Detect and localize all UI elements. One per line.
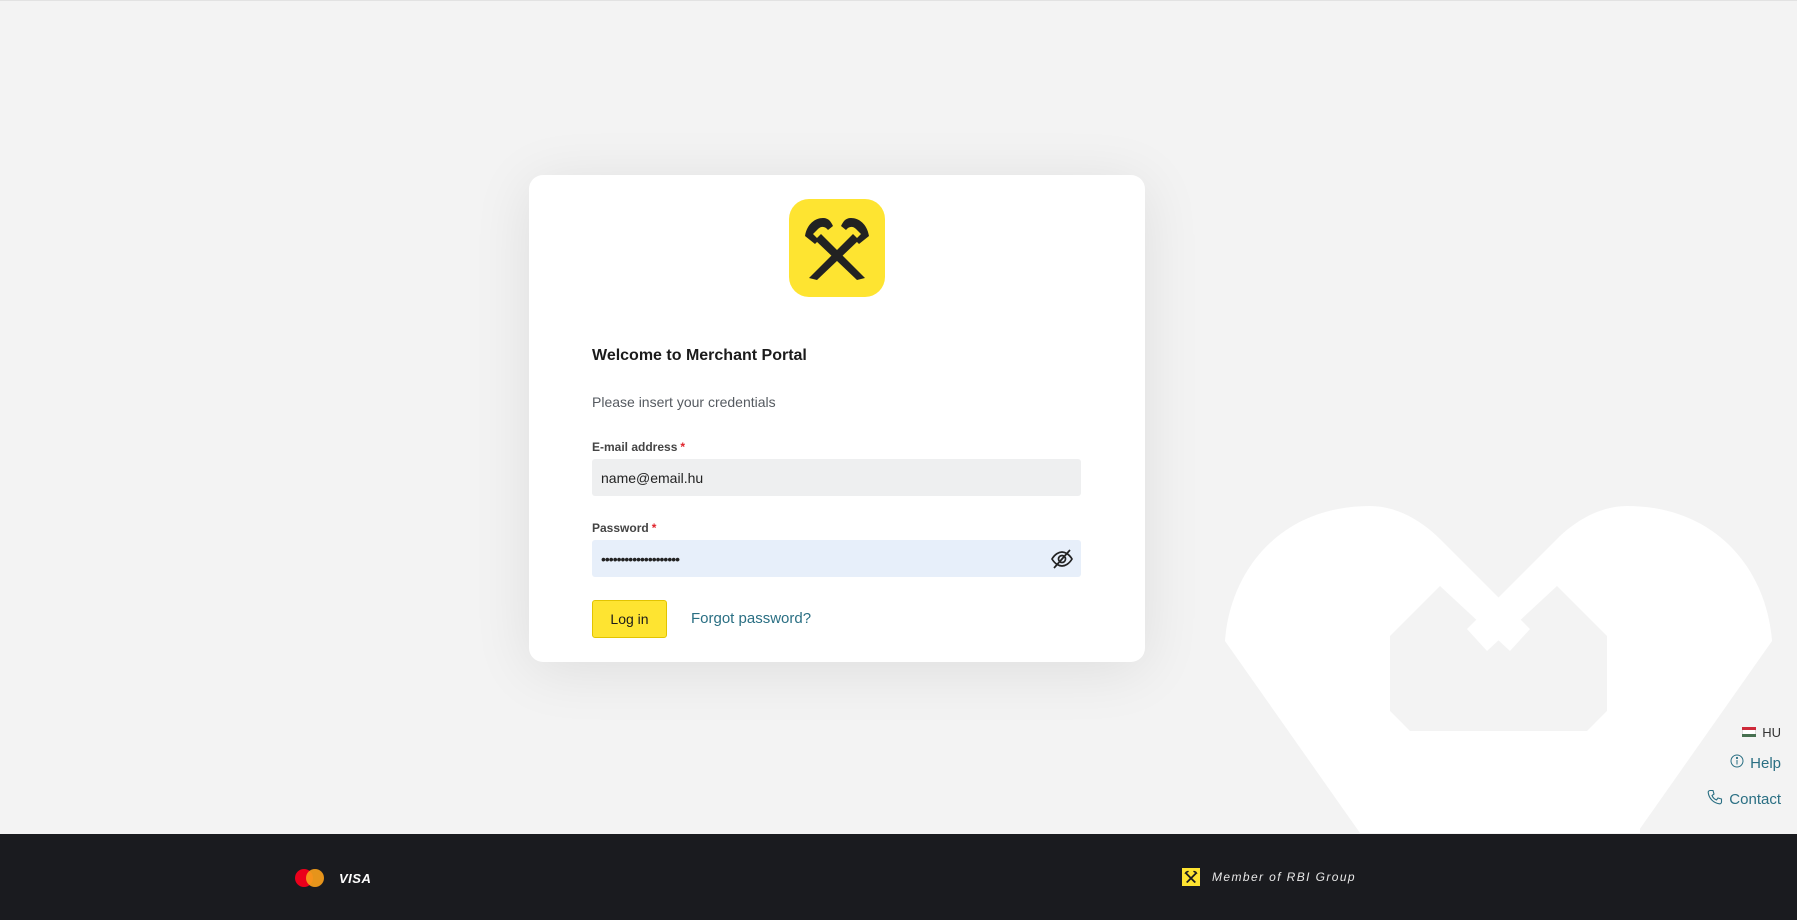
login-title: Welcome to Merchant Portal: [592, 347, 807, 364]
raiffeisen-logo-icon: [789, 199, 885, 297]
footer: VISA Member of RBI Group: [0, 834, 1797, 920]
info-circle-icon: [1730, 754, 1744, 772]
login-card: Welcome to Merchant Portal Please insert…: [529, 175, 1145, 662]
password-label: Password *: [592, 521, 656, 535]
side-links: HU Help Contact: [1707, 719, 1781, 817]
password-field[interactable]: ••••••••••••••••••••: [592, 540, 1081, 577]
language-selector[interactable]: HU: [1707, 719, 1781, 745]
mastercard-icon: [295, 868, 325, 888]
required-marker: *: [651, 521, 657, 535]
contact-link[interactable]: Contact: [1707, 781, 1781, 817]
rbi-member-badge: Member of RBI Group: [1182, 868, 1356, 886]
password-label-text: Password: [592, 521, 649, 535]
visa-logo: VISA: [339, 870, 372, 886]
rbi-member-text: Member of RBI Group: [1212, 870, 1356, 884]
password-input[interactable]: ••••••••••••••••••••: [601, 551, 680, 567]
help-label: Help: [1750, 754, 1781, 772]
eye-slash-icon[interactable]: [1051, 548, 1073, 570]
email-label-text: E-mail address: [592, 440, 678, 454]
phone-icon: [1707, 789, 1723, 809]
login-subtitle: Please insert your credentials: [592, 394, 776, 410]
language-label: HU: [1762, 724, 1781, 740]
email-field[interactable]: [592, 459, 1081, 496]
contact-label: Contact: [1729, 790, 1781, 808]
payment-cards: VISA: [295, 868, 371, 888]
background-brand-watermark: [1220, 501, 1780, 833]
login-button[interactable]: Log in: [592, 600, 667, 638]
hungary-flag-icon: [1742, 727, 1757, 737]
raiffeisen-small-logo-icon: [1182, 868, 1200, 886]
required-marker: *: [680, 440, 686, 454]
email-input[interactable]: [601, 469, 1072, 486]
forgot-password-link[interactable]: Forgot password?: [691, 610, 811, 627]
login-page: Welcome to Merchant Portal Please insert…: [0, 0, 1797, 920]
help-link[interactable]: Help: [1707, 745, 1781, 781]
email-label: E-mail address *: [592, 440, 685, 454]
